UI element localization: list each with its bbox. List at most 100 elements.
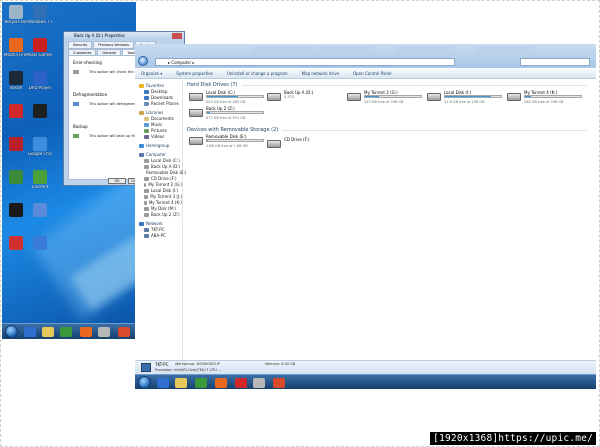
drive-tile[interactable]: Removable Disk (E:) 1.88 GB free of 1.88 … bbox=[189, 134, 267, 150]
map-network-drive-button[interactable]: Map network drive bbox=[302, 71, 339, 76]
drive-tile[interactable]: Back Up A (D:) 0.3TG bbox=[267, 90, 345, 106]
firefox-icon[interactable] bbox=[80, 327, 92, 337]
media-icon[interactable] bbox=[195, 378, 207, 388]
desktop-icon[interactable]: Windows 7 USB DVD bbox=[28, 5, 52, 25]
organize-button[interactable]: Organize ▾ bbox=[141, 71, 162, 76]
explorer-monitor: ‹ ▸ Computer ▸ Organize ▾ System propert… bbox=[135, 44, 596, 389]
desktop-icon[interactable] bbox=[28, 236, 52, 251]
capacity-bar bbox=[206, 111, 264, 114]
app-icon bbox=[33, 104, 47, 118]
app-icon bbox=[33, 137, 47, 151]
hdd-group-header[interactable]: Hard Disk Drives (7) bbox=[187, 82, 587, 88]
open-control-panel-button[interactable]: Open Control Panel bbox=[353, 71, 391, 76]
media-icon[interactable] bbox=[60, 327, 72, 337]
desktop-icon[interactable]: uTorrent bbox=[28, 170, 52, 190]
back-button[interactable]: ‹ bbox=[138, 56, 148, 66]
nav-item-icon bbox=[139, 144, 144, 148]
nav-item-label: ABA-PC bbox=[151, 233, 166, 238]
app-icon[interactable] bbox=[235, 378, 247, 388]
ok-button[interactable]: OK bbox=[108, 178, 126, 184]
desktop-icon-label: KOEI Games bbox=[28, 53, 52, 57]
ie-icon[interactable] bbox=[24, 327, 36, 337]
desktop-icon[interactable]: Mozilla Firefox bbox=[4, 38, 28, 58]
desktop-icon[interactable] bbox=[4, 137, 28, 152]
taskbar-window-icon[interactable] bbox=[253, 378, 265, 388]
nav-item[interactable]: Videos bbox=[135, 134, 182, 140]
processor-text: Processor: Intel(R) Core(TM) i7 CPU ... bbox=[155, 368, 222, 372]
tab-previous-versions[interactable]: Previous Versions bbox=[93, 41, 134, 49]
app-icon bbox=[9, 203, 23, 217]
ie-icon[interactable] bbox=[157, 378, 169, 388]
desktop-icon-label: DVD Player bbox=[28, 86, 52, 90]
desktop-icon[interactable] bbox=[28, 104, 52, 119]
address-bar[interactable]: ▸ Computer ▸ bbox=[155, 58, 455, 66]
drive-tile[interactable]: My Torrent 2 (G:) 223 GB free of 298 GB bbox=[347, 90, 425, 106]
nav-item-icon bbox=[144, 234, 149, 238]
capacity-fill bbox=[207, 96, 239, 97]
drive-name: CD Drive (F:) bbox=[284, 137, 310, 142]
nav-item-icon bbox=[144, 183, 147, 187]
hard-drive-icon bbox=[189, 93, 203, 101]
nav-item-icon bbox=[139, 84, 144, 88]
backup-icon bbox=[73, 134, 79, 138]
nav-item-icon bbox=[144, 129, 149, 133]
desktop-icon[interactable]: Google Chrome bbox=[28, 137, 52, 157]
nav-item-icon bbox=[139, 222, 144, 226]
address-text: Computer bbox=[171, 60, 192, 65]
tab-security[interactable]: Security bbox=[68, 41, 93, 49]
drive-tile[interactable]: CD Drive (F:) bbox=[267, 137, 345, 153]
search-input[interactable] bbox=[520, 58, 590, 66]
desktop-icon-label: Recycle Bin bbox=[4, 20, 28, 24]
explorer-icon[interactable] bbox=[175, 378, 187, 388]
hard-drive-icon bbox=[507, 93, 521, 101]
drive-tile[interactable]: Local Disk (C:) 203 GB free of 465 GB bbox=[189, 90, 267, 106]
desktop-icon-label: Windows 7 USB DVD bbox=[28, 20, 52, 24]
nav-item-icon bbox=[144, 159, 149, 163]
capacity-fill bbox=[445, 96, 492, 97]
nav-item-icon bbox=[144, 90, 149, 94]
workgroup-text: Workgroup: WORKGROUP bbox=[175, 362, 220, 366]
desktop-icon[interactable] bbox=[4, 170, 28, 185]
drive-tile[interactable]: Local Disk (I:) 51.6 GB free of 298 GB bbox=[427, 90, 505, 106]
desktop-icon[interactable]: Steam bbox=[4, 71, 28, 91]
desktop-icon-label: Steam bbox=[9, 86, 23, 90]
system-properties-button[interactable]: System properties bbox=[176, 71, 213, 76]
nav-item-icon bbox=[144, 189, 149, 193]
nav-item[interactable]: ABA-PC bbox=[135, 233, 182, 239]
pc-name: TKT-PC bbox=[155, 362, 169, 367]
desktop-icon[interactable]: KOEI Games bbox=[28, 38, 52, 58]
firefox-icon[interactable] bbox=[215, 378, 227, 388]
desktop-icon[interactable] bbox=[28, 203, 52, 218]
uninstall-program-button[interactable]: Uninstall or change a program bbox=[227, 71, 288, 76]
nav-item-icon bbox=[144, 96, 149, 100]
chrome-icon[interactable] bbox=[118, 327, 130, 337]
nav-item[interactable]: Recent Places bbox=[135, 101, 182, 107]
desktop-icon[interactable]: Recycle Bin bbox=[4, 5, 28, 25]
app-icon bbox=[9, 38, 23, 52]
screenshot-stage: Recycle BinWindows 7 USB DVD Mozilla Fire… bbox=[0, 0, 600, 447]
nav-item[interactable]: Back Up 2 (Z:) bbox=[135, 212, 182, 218]
nav-item[interactable]: Homegroup bbox=[135, 143, 182, 149]
start-button[interactable] bbox=[5, 325, 18, 338]
taskbar-window-icon[interactable] bbox=[98, 327, 110, 337]
drive-free-space: 51.6 GB free of 298 GB bbox=[444, 100, 485, 104]
drive-tile[interactable]: My Torrent 4 (K:) 265 GB free of 298 GB bbox=[507, 90, 585, 106]
desktop-icon[interactable] bbox=[4, 203, 28, 218]
app-icon bbox=[33, 71, 47, 85]
app-icon bbox=[9, 137, 23, 151]
desktop-icon[interactable] bbox=[4, 236, 28, 251]
desktop-icon[interactable]: DVD Player bbox=[28, 71, 52, 91]
start-button[interactable] bbox=[138, 376, 151, 389]
removable-group-header[interactable]: Devices with Removable Storage (2) bbox=[187, 127, 587, 133]
desktop-icon[interactable] bbox=[4, 104, 28, 119]
dialog-title: Back Up A (D:) Properties bbox=[74, 33, 125, 38]
drive-free-space: 0.3TG bbox=[284, 95, 295, 99]
explorer-icon[interactable] bbox=[42, 327, 54, 337]
drive-tile[interactable]: Back Up 2 (Z:) 877 GB free of 931 GB bbox=[189, 106, 267, 122]
ghost-window-tab bbox=[253, 46, 313, 55]
computer-icon bbox=[141, 363, 151, 372]
details-pane: TKT-PC Workgroup: WORKGROUP Memory: 8.00… bbox=[135, 360, 596, 374]
chrome-icon[interactable] bbox=[273, 378, 285, 388]
close-button[interactable] bbox=[172, 33, 182, 39]
capacity-bar bbox=[364, 95, 422, 98]
